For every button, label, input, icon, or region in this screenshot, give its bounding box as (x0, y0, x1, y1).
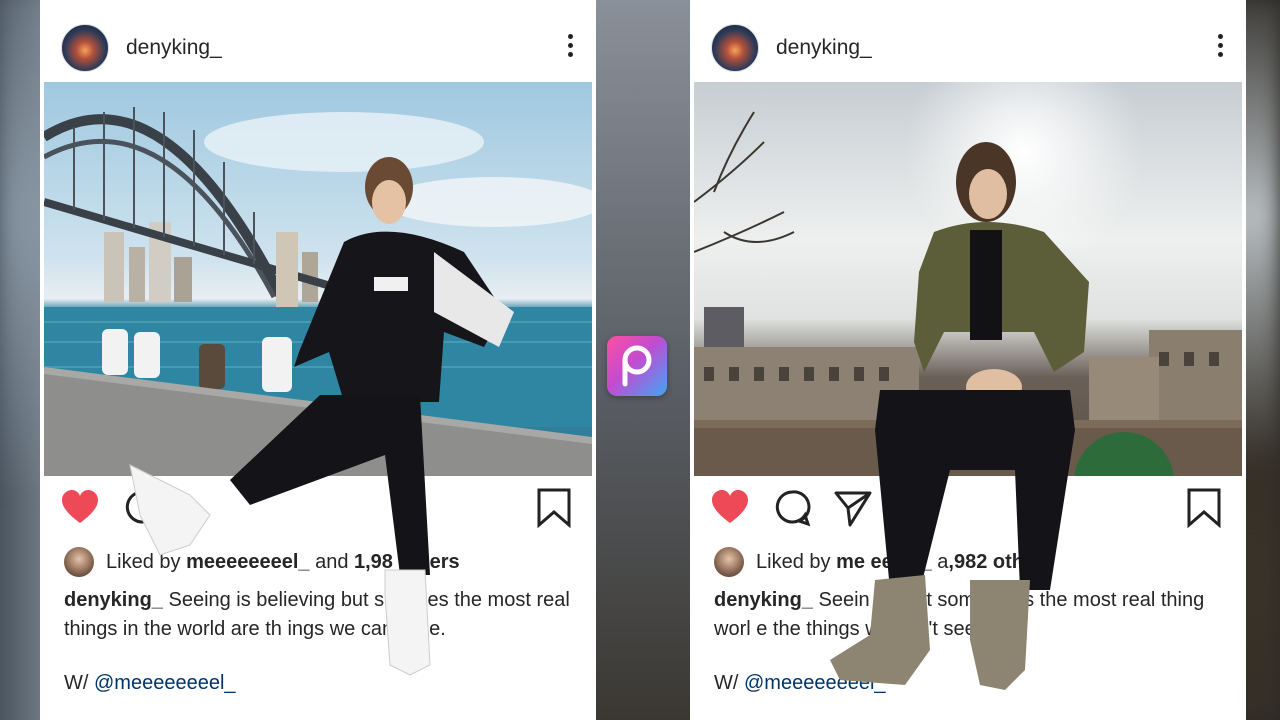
more-icon[interactable] (1216, 34, 1224, 62)
caption-username[interactable]: denyking_ (714, 589, 813, 611)
more-icon[interactable] (566, 34, 574, 62)
bookmark-icon[interactable] (534, 488, 574, 528)
heart-icon[interactable] (60, 488, 100, 528)
liker-avatar[interactable] (64, 547, 94, 577)
popout-legs (129, 395, 431, 676)
mention-prefix: W/ (714, 672, 744, 694)
heart-icon[interactable] (710, 488, 750, 528)
comment-icon[interactable] (772, 488, 812, 528)
post-header: denyking_ (690, 0, 1246, 82)
popout-legs (830, 390, 1075, 690)
post-username[interactable]: denyking_ (776, 36, 872, 60)
post-username[interactable]: denyking_ (126, 36, 222, 60)
bookmark-icon[interactable] (1184, 488, 1224, 528)
liker-avatar[interactable] (714, 547, 744, 577)
app-logo-icon (622, 345, 652, 387)
mention-prefix: W/ (64, 672, 94, 694)
picsart-logo (607, 336, 667, 396)
instagram-post-left: denyking_ Liked by meeeeeeeel_ and 1,98 … (40, 0, 596, 720)
avatar[interactable] (61, 24, 109, 72)
post-header: denyking_ (40, 0, 596, 82)
avatar[interactable] (711, 24, 759, 72)
instagram-post-right: denyking_ Liked by me eeeel_ a,982 denyk… (690, 0, 1246, 720)
